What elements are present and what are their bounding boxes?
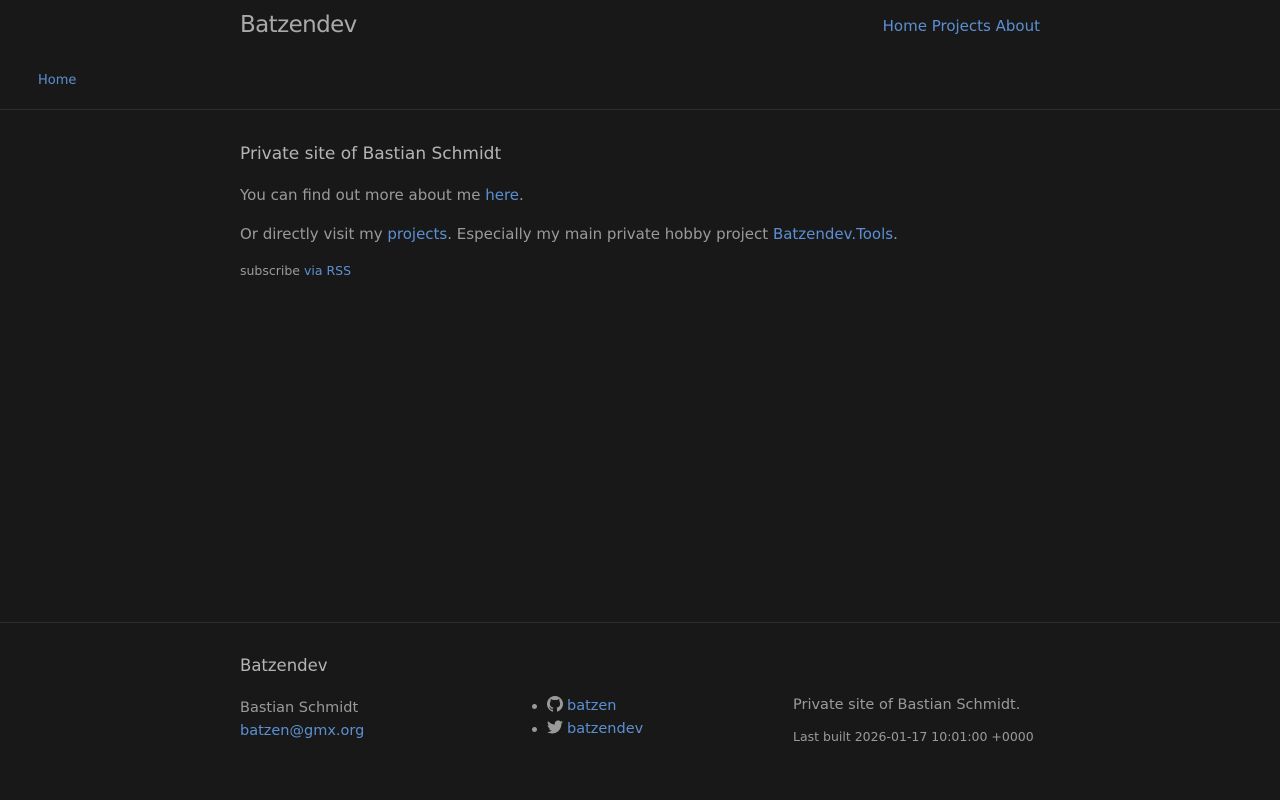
footer-description: Private site of Bastian Schmidt. (793, 697, 1021, 713)
about-here-link[interactable]: here (485, 186, 519, 204)
github-icon (547, 696, 563, 712)
rss-subscribe: subscribe via RSS (240, 263, 351, 278)
footer-email-link[interactable]: batzen@gmx.org (240, 723, 364, 739)
about-text: You can find out more about me (240, 186, 486, 204)
last-built-timestamp: Last built 2026-01-17 10:01:00 +0000 (793, 729, 1034, 744)
projects-text: Or directly visit my (240, 225, 388, 243)
about-period: . (519, 186, 524, 204)
social-item-github: batzen (531, 695, 643, 718)
rss-text: subscribe (240, 263, 304, 278)
projects-paragraph: Or directly visit my projects. Especiall… (240, 225, 898, 243)
page-title: Private site of Bastian Schmidt (240, 144, 502, 164)
social-item-twitter: batzendev (531, 718, 643, 741)
footer-title: Batzendev (240, 656, 328, 675)
nav-home-link[interactable]: Home (883, 17, 927, 35)
projects-text-mid: . Especially my main private hobby proje… (447, 225, 773, 243)
footer-name: Bastian Schmidt (240, 700, 359, 716)
footer-social-list: batzen batzendev (531, 695, 643, 741)
nav-about-link[interactable]: About (996, 17, 1040, 35)
breadcrumb-home-link[interactable]: Home (38, 73, 76, 88)
site-footer: Batzendev Bastian Schmidt batzen@gmx.org… (0, 623, 1280, 800)
footer-about: Private site of Bastian Schmidt. Last bu… (793, 697, 1034, 744)
twitter-link[interactable]: batzendev (567, 721, 643, 737)
batzendev-tools-link[interactable]: Batzendev.Tools (773, 225, 893, 243)
about-paragraph: You can find out more about me here. (240, 186, 524, 204)
projects-period: . (893, 225, 898, 243)
top-nav: Home Projects About (883, 17, 1040, 35)
twitter-icon (547, 720, 563, 734)
site-header: Batzendev Home Projects About Home (0, 0, 1280, 110)
rss-link[interactable]: via RSS (304, 263, 351, 278)
main-content: Private site of Bastian Schmidt You can … (0, 110, 1280, 623)
nav-projects-link[interactable]: Projects (932, 17, 991, 35)
github-link[interactable]: batzen (567, 698, 617, 714)
footer-contact: Bastian Schmidt batzen@gmx.org (240, 697, 364, 743)
projects-link[interactable]: projects (387, 225, 447, 243)
site-title-link[interactable]: Batzendev (240, 12, 357, 38)
